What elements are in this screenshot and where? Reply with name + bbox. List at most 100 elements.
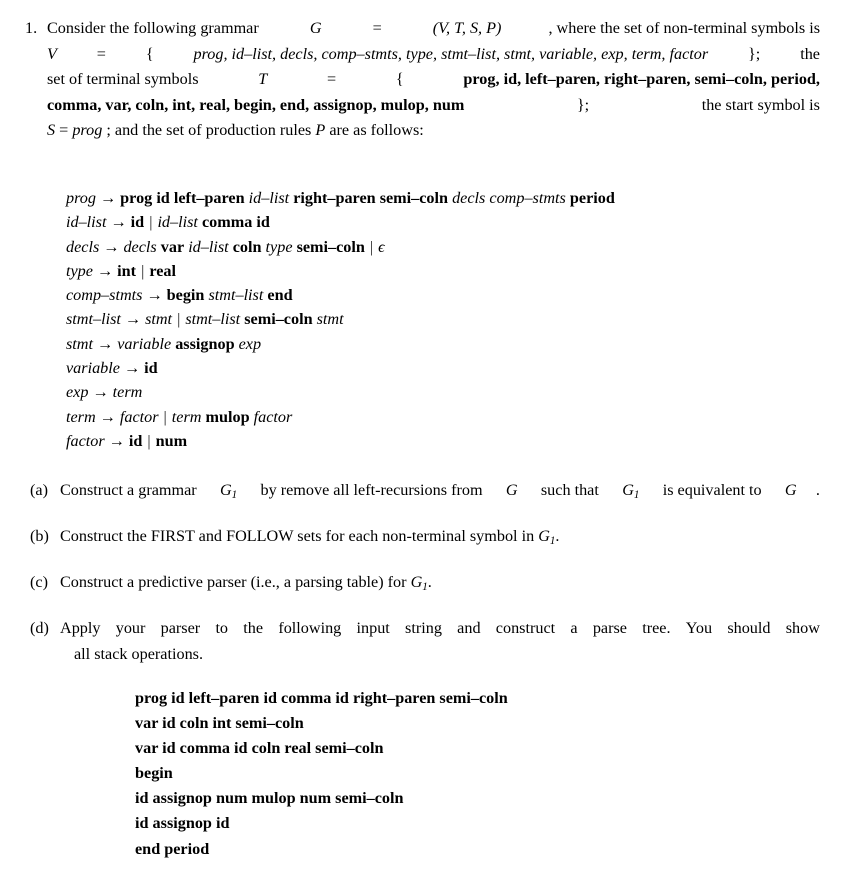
production-rule: decls → decls var id–list coln type semi–c… — [66, 235, 615, 259]
part-a-mid2: such that — [536, 481, 603, 499]
input-string-line: var id coln int semi–coln — [135, 714, 304, 733]
production-nonterminal: variable — [117, 334, 172, 353]
production-lhs: variable — [66, 359, 120, 378]
intro-line-5: S = prog ; and the set of production rul… — [47, 118, 820, 144]
production-rule: comp–stmts → begin stmt–list end — [66, 283, 615, 307]
production-arrow-icon: → — [103, 237, 120, 256]
input-string-line: end period — [135, 839, 210, 858]
production-terminal: id — [130, 213, 145, 232]
part-c-tag: (c) — [30, 573, 48, 592]
production-rule: factor → id | num — [66, 429, 615, 453]
part-d-word: parse — [592, 619, 627, 638]
production-lhs: exp — [66, 383, 89, 402]
production-lhs: id–list — [66, 213, 107, 232]
part-c-lead: Construct a predictive parser (i.e., a p… — [60, 573, 411, 592]
part-a-symbol-G: G — [505, 481, 518, 499]
part-d-tag: (d) — [30, 619, 49, 638]
symbol-G: G — [309, 19, 322, 37]
input-string-line: var id comma id coln real semi–coln — [135, 739, 384, 758]
production-arrow-icon: → — [110, 213, 127, 232]
production-nonterminal: stmt–list — [185, 310, 241, 329]
intro-line-4: comma, var, coln, int, real, begin, end,… — [47, 93, 820, 119]
intro-line-1-lead: Consider the following grammar — [47, 19, 263, 37]
symbol-P: P — [315, 121, 326, 139]
production-terminal: right–paren — [293, 189, 376, 207]
production-alternation-bar: | — [163, 407, 167, 426]
input-string-listing: prog id left–paren id comma id right–par… — [135, 686, 508, 862]
symbol-V: V — [47, 44, 57, 63]
production-terminal: id — [144, 359, 158, 378]
production-terminal: prog — [120, 189, 153, 207]
equals-sign-3: = — [322, 70, 341, 88]
production-arrow-icon: → — [99, 189, 117, 207]
part-a-text: Construct a grammar G1 by remove all lef… — [60, 478, 820, 509]
input-string-line: id assignop num mulop num semi–coln — [135, 789, 404, 808]
production-nonterminal: comp–stmts — [489, 189, 566, 207]
production-nonterminal: id–list — [188, 237, 229, 256]
part-d-word: tree. — [642, 619, 671, 638]
problem-number: 1. — [25, 19, 38, 37]
terminal-set-close: }; — [572, 95, 590, 114]
part-d-word: the — [243, 619, 264, 638]
production-terminal: id — [128, 431, 143, 450]
intro-line-1: Consider the following grammar G = (V, T… — [47, 16, 820, 42]
question-parts: (a) Construct a grammar G1 by remove all… — [30, 478, 820, 683]
equals-sign-2: = — [96, 44, 106, 63]
production-alternation-bar: | — [369, 237, 374, 256]
production-terminal: id — [256, 213, 270, 232]
grammar-tuple: (V, T, S, P) — [432, 19, 502, 37]
production-nonterminal: term — [112, 383, 143, 402]
production-lhs: prog — [66, 189, 96, 207]
part-d-line-2: all stack operations. — [74, 644, 204, 663]
part-a-tail: is equivalent to — [658, 481, 766, 499]
production-alternation-bar: | — [141, 261, 145, 280]
production-terminal: num — [155, 431, 188, 450]
document-page: 1. Consider the following grammar G = (V… — [0, 0, 850, 873]
production-lhs: stmt–list — [66, 310, 121, 329]
production-lhs: comp–stmts — [66, 286, 143, 305]
production-nonterminal: term — [171, 407, 202, 426]
nonterminal-set-open: { — [145, 44, 154, 63]
production-nonterminal: stmt — [316, 310, 344, 329]
input-string-line: prog id left–paren id comma id right–par… — [135, 689, 508, 707]
part-a-lead: Construct a grammar — [60, 481, 201, 499]
nonterminal-set-list: prog, id–list, decls, comp–stmts, type, … — [193, 44, 709, 63]
part-d-word: show — [785, 619, 820, 638]
production-nonterminal: decls — [452, 189, 486, 207]
production-rule: exp → term — [66, 380, 615, 404]
production-nonterminal: id–list — [157, 213, 198, 232]
intro-line-3: set of terminal symbols T = { prog, id, … — [47, 67, 820, 93]
production-nonterminal: factor — [119, 407, 159, 426]
production-terminal: end — [267, 286, 293, 305]
production-lhs: type — [66, 261, 93, 280]
production-rule: prog → prog id left–paren id–list right–pa… — [66, 186, 615, 210]
production-arrow-icon: → — [146, 286, 163, 305]
production-nonterminal: type — [265, 237, 293, 256]
part-d-word: a — [570, 619, 578, 638]
part-b-tag: (b) — [30, 527, 49, 546]
production-rule: variable → id — [66, 356, 615, 380]
input-string-line: begin — [135, 764, 173, 783]
part-d-word: You — [685, 619, 713, 638]
production-rule: stmt–list → stmt | stmt–list semi–coln stmt — [66, 307, 615, 331]
part-a-mid: by remove all left-recursions from — [256, 481, 487, 499]
question-part-a: (a) Construct a grammar G1 by remove all… — [30, 478, 820, 509]
production-terminal: semi–coln — [379, 189, 449, 207]
intro-line-2-tail: the — [800, 44, 820, 63]
terminal-set-list-part-2: comma, var, coln, int, real, begin, end,… — [47, 95, 465, 114]
production-terminal: var — [160, 237, 185, 256]
production-terminal: real — [149, 261, 176, 280]
problem-1: 1. Consider the following grammar G = (V… — [25, 16, 820, 144]
production-nonterminal: id–list — [248, 189, 290, 207]
equals-sign-1: = — [368, 19, 386, 37]
part-b-text: Construct the FIRST and FOLLOW sets for … — [60, 524, 820, 555]
part-a-tag: (a) — [30, 481, 48, 499]
part-d-word: input — [356, 619, 390, 638]
production-arrow-icon: → — [108, 431, 125, 450]
start-symbol-value: prog — [72, 121, 103, 139]
part-b-lead: Construct the FIRST and FOLLOW sets for … — [60, 527, 539, 546]
intro-line-3-lead: set of terminal symbols — [47, 70, 203, 88]
part-a-symbol-G-b: G — [784, 481, 797, 499]
part-c-symbol-G1: G1 — [410, 573, 428, 594]
production-arrow-icon: → — [123, 359, 141, 378]
